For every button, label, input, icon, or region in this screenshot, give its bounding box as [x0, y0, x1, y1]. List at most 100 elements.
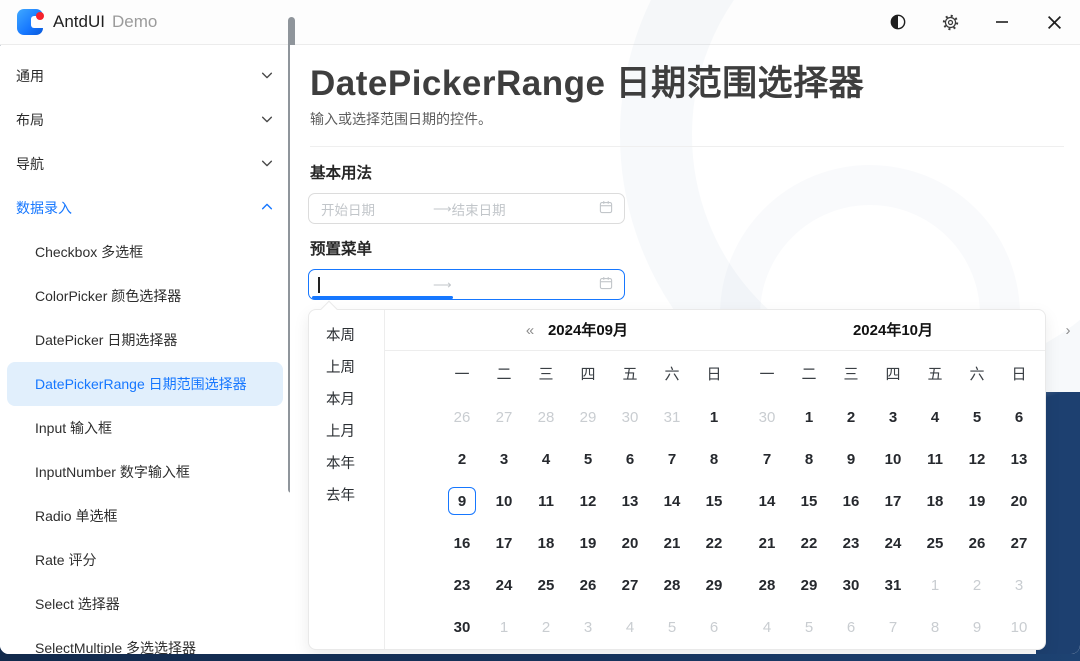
day-cell[interactable]: 1 — [914, 564, 956, 606]
day-cell[interactable]: 27 — [483, 396, 525, 438]
day-cell[interactable]: 31 — [872, 564, 914, 606]
day-cell[interactable]: 2 — [830, 396, 872, 438]
day-cell[interactable]: 21 — [651, 522, 693, 564]
day-cell[interactable]: 8 — [914, 606, 956, 648]
sidebar-item-0[interactable]: Checkbox 多选框 — [7, 230, 283, 274]
day-cell[interactable]: 3 — [483, 438, 525, 480]
day-cell[interactable]: 28 — [746, 564, 788, 606]
sidebar-item-2[interactable]: DatePicker 日期选择器 — [7, 318, 283, 362]
month-title-right[interactable]: 2024年10月 — [746, 310, 1040, 351]
sidebar-item-6[interactable]: Radio 单选框 — [7, 494, 283, 538]
day-cell[interactable]: 29 — [693, 564, 735, 606]
day-cell[interactable]: 9 — [830, 438, 872, 480]
day-cell[interactable]: 30 — [609, 396, 651, 438]
day-cell[interactable]: 29 — [567, 396, 609, 438]
day-cell-today[interactable]: 9 — [441, 480, 483, 522]
preset-item-4[interactable]: 本年 — [309, 446, 384, 478]
day-cell[interactable]: 28 — [525, 396, 567, 438]
day-cell[interactable]: 3 — [998, 564, 1040, 606]
day-cell[interactable]: 26 — [956, 522, 998, 564]
close-button[interactable] — [1028, 0, 1080, 45]
day-cell[interactable]: 30 — [441, 606, 483, 648]
day-cell[interactable]: 6 — [830, 606, 872, 648]
sidebar-group-0[interactable]: 通用 — [0, 54, 290, 98]
sidebar-item-1[interactable]: ColorPicker 颜色选择器 — [7, 274, 283, 318]
day-cell[interactable]: 7 — [872, 606, 914, 648]
settings-button[interactable] — [924, 0, 976, 45]
day-cell[interactable]: 4 — [525, 438, 567, 480]
day-cell[interactable]: 5 — [651, 606, 693, 648]
sidebar-item-4[interactable]: Input 输入框 — [7, 406, 283, 450]
day-cell[interactable]: 8 — [693, 438, 735, 480]
day-cell[interactable]: 30 — [746, 396, 788, 438]
day-cell[interactable]: 2 — [956, 564, 998, 606]
day-cell[interactable]: 27 — [998, 522, 1040, 564]
day-cell[interactable]: 3 — [567, 606, 609, 648]
minimize-button[interactable] — [976, 0, 1028, 45]
day-cell[interactable]: 7 — [746, 438, 788, 480]
day-cell[interactable]: 24 — [872, 522, 914, 564]
preset-item-3[interactable]: 上月 — [309, 414, 384, 446]
date-range-input-basic[interactable]: 开始日期 ⟶ 结束日期 — [308, 193, 625, 224]
day-cell[interactable]: 19 — [567, 522, 609, 564]
day-cell[interactable]: 10 — [872, 438, 914, 480]
day-cell[interactable]: 6 — [998, 396, 1040, 438]
day-cell[interactable]: 22 — [788, 522, 830, 564]
day-cell[interactable]: 9 — [956, 606, 998, 648]
day-cell[interactable]: 14 — [651, 480, 693, 522]
day-cell[interactable]: 12 — [956, 438, 998, 480]
sidebar-item-3[interactable]: DatePickerRange 日期范围选择器 — [7, 362, 283, 406]
day-cell[interactable]: 25 — [914, 522, 956, 564]
day-cell[interactable]: 12 — [567, 480, 609, 522]
date-range-input-preset[interactable]: ⟶ — [308, 269, 625, 300]
day-cell[interactable]: 16 — [441, 522, 483, 564]
day-cell[interactable]: 19 — [956, 480, 998, 522]
sidebar-item-7[interactable]: Rate 评分 — [7, 538, 283, 582]
day-cell[interactable]: 10 — [998, 606, 1040, 648]
day-cell[interactable]: 23 — [441, 564, 483, 606]
day-cell[interactable]: 2 — [525, 606, 567, 648]
day-cell[interactable]: 17 — [872, 480, 914, 522]
day-cell[interactable]: 13 — [998, 438, 1040, 480]
day-cell[interactable]: 25 — [525, 564, 567, 606]
preset-item-2[interactable]: 本月 — [309, 382, 384, 414]
sidebar-group-3[interactable]: 数据录入 — [0, 186, 290, 230]
sidebar-group-1[interactable]: 布局 — [0, 98, 290, 142]
day-cell[interactable]: 29 — [788, 564, 830, 606]
day-cell[interactable]: 4 — [746, 606, 788, 648]
day-cell[interactable]: 4 — [914, 396, 956, 438]
day-cell[interactable]: 5 — [567, 438, 609, 480]
day-cell[interactable]: 13 — [609, 480, 651, 522]
sidebar-item-5[interactable]: InputNumber 数字输入框 — [7, 450, 283, 494]
day-cell[interactable]: 20 — [998, 480, 1040, 522]
day-cell[interactable]: 3 — [872, 396, 914, 438]
day-cell[interactable]: 26 — [441, 396, 483, 438]
day-cell[interactable]: 5 — [788, 606, 830, 648]
sidebar-group-2[interactable]: 导航 — [0, 142, 290, 186]
day-cell[interactable]: 1 — [483, 606, 525, 648]
month-title-left[interactable]: 2024年09月 — [441, 310, 735, 351]
day-cell[interactable]: 26 — [567, 564, 609, 606]
day-cell[interactable]: 27 — [609, 564, 651, 606]
day-cell[interactable]: 1 — [693, 396, 735, 438]
day-cell[interactable]: 7 — [651, 438, 693, 480]
day-cell[interactable]: 6 — [609, 438, 651, 480]
day-cell[interactable]: 31 — [651, 396, 693, 438]
preset-item-5[interactable]: 去年 — [309, 478, 384, 510]
day-cell[interactable]: 5 — [956, 396, 998, 438]
day-cell[interactable]: 30 — [830, 564, 872, 606]
day-cell[interactable]: 10 — [483, 480, 525, 522]
day-cell[interactable]: 18 — [914, 480, 956, 522]
theme-toggle-button[interactable] — [872, 0, 924, 45]
day-cell[interactable]: 4 — [609, 606, 651, 648]
day-cell[interactable]: 11 — [914, 438, 956, 480]
day-cell[interactable]: 17 — [483, 522, 525, 564]
day-cell[interactable]: 15 — [693, 480, 735, 522]
day-cell[interactable]: 14 — [746, 480, 788, 522]
day-cell[interactable]: 23 — [830, 522, 872, 564]
day-cell[interactable]: 18 — [525, 522, 567, 564]
preset-item-1[interactable]: 上周 — [309, 350, 384, 382]
day-cell[interactable]: 22 — [693, 522, 735, 564]
day-cell[interactable]: 2 — [441, 438, 483, 480]
day-cell[interactable]: 6 — [693, 606, 735, 648]
